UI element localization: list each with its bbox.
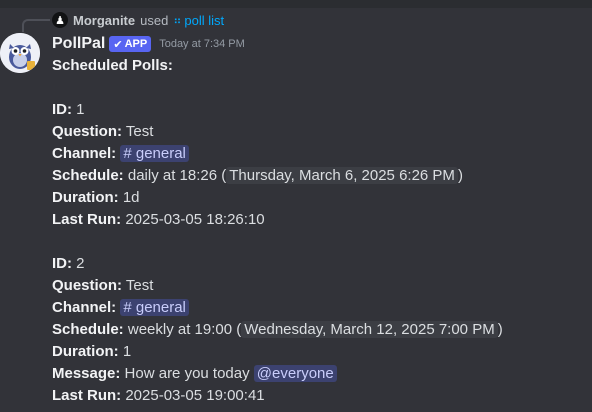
everyone-mention[interactable]: @everyone bbox=[253, 365, 337, 382]
poll-last-run: 2025-03-05 18:26:10 bbox=[125, 211, 265, 228]
poll-question-row: Question: Test bbox=[52, 121, 582, 143]
poll-last-run-row: Last Run: 2025-03-05 18:26:10 bbox=[52, 209, 582, 231]
poll-question-row: Question: Test bbox=[52, 275, 582, 297]
message-timestamp[interactable]: Today at 7:34 PM bbox=[159, 38, 245, 50]
command-icon: ⠶ bbox=[173, 14, 182, 27]
last-run-label: Last Run: bbox=[52, 387, 122, 404]
schedule-label: Schedule: bbox=[52, 321, 124, 338]
heading: Scheduled Polls: bbox=[52, 57, 173, 74]
poll-duration-row: Duration: 1d bbox=[52, 187, 582, 209]
poll-duration-row: Duration: 1 bbox=[52, 341, 582, 363]
poll-id-row: ID: 2 bbox=[52, 253, 582, 275]
duration-label: Duration: bbox=[52, 343, 119, 360]
poll-schedule-row: Schedule: weekly at 19:00 (Wednesday, Ma… bbox=[52, 319, 582, 341]
poll-last-run-row: Last Run: 2025-03-05 19:00:41 bbox=[52, 385, 582, 407]
poll-id: 1 bbox=[76, 101, 85, 118]
poll-schedule-row: Schedule: daily at 18:26 (Thursday, Marc… bbox=[52, 165, 582, 187]
channel-label: Channel: bbox=[52, 145, 117, 162]
invoker-avatar[interactable]: ♟ bbox=[52, 12, 68, 28]
poll-duration: 1d bbox=[122, 189, 140, 206]
channel-mention[interactable]: # general bbox=[120, 299, 189, 316]
schedule-close: ) bbox=[457, 167, 463, 184]
schedule-text: daily at 18:26 ( bbox=[127, 167, 227, 184]
poll-duration: 1 bbox=[122, 343, 132, 360]
schedule-label: Schedule: bbox=[52, 167, 124, 184]
slash-command[interactable]: ⠶ poll list bbox=[173, 13, 224, 28]
schedule-close: ) bbox=[497, 321, 503, 338]
poll-channel-row: Channel: # general bbox=[52, 143, 582, 165]
message-label: Message: bbox=[52, 365, 121, 382]
poll-question: Test bbox=[125, 123, 154, 140]
invoker-username[interactable]: Morganite bbox=[73, 13, 135, 28]
schedule-timestamp[interactable]: Wednesday, March 12, 2025 7:00 PM bbox=[241, 321, 498, 338]
used-text: used bbox=[140, 12, 169, 28]
message-content: Scheduled Polls: ID: 1 Question: Test Ch… bbox=[52, 55, 582, 407]
message-header: PollPal ✔ APP Today at 7:34 PM bbox=[52, 34, 245, 54]
app-badge-label: APP bbox=[124, 38, 148, 50]
last-run-label: Last Run: bbox=[52, 211, 122, 228]
channel-label: Channel: bbox=[52, 299, 117, 316]
poll-message-row: Message: How are you today @everyone bbox=[52, 363, 582, 385]
command-invocation[interactable]: ♟ Morganite used ⠶ poll list bbox=[52, 11, 224, 29]
question-label: Question: bbox=[52, 277, 122, 294]
poll-id: 2 bbox=[76, 255, 85, 272]
bot-avatar[interactable] bbox=[0, 33, 40, 73]
id-label: ID: bbox=[52, 255, 72, 272]
id-label: ID: bbox=[52, 101, 72, 118]
bot-username[interactable]: PollPal bbox=[52, 35, 105, 53]
command-name: poll list bbox=[184, 12, 225, 28]
poll-channel-row: Channel: # general bbox=[52, 297, 582, 319]
poll-message-text: How are you today bbox=[124, 365, 250, 382]
app-badge: ✔ APP bbox=[109, 36, 152, 52]
schedule-text: weekly at 19:00 ( bbox=[127, 321, 242, 338]
question-label: Question: bbox=[52, 123, 122, 140]
schedule-timestamp[interactable]: Thursday, March 6, 2025 6:26 PM bbox=[226, 167, 458, 184]
duration-label: Duration: bbox=[52, 189, 119, 206]
reply-connector bbox=[22, 19, 50, 32]
poll-last-run: 2025-03-05 19:00:41 bbox=[125, 387, 265, 404]
poll-question: Test bbox=[125, 277, 154, 294]
poll-id-row: ID: 1 bbox=[52, 99, 582, 121]
verified-check-icon: ✔ bbox=[113, 38, 123, 51]
channel-mention[interactable]: # general bbox=[120, 145, 189, 162]
top-bar bbox=[0, 0, 592, 8]
